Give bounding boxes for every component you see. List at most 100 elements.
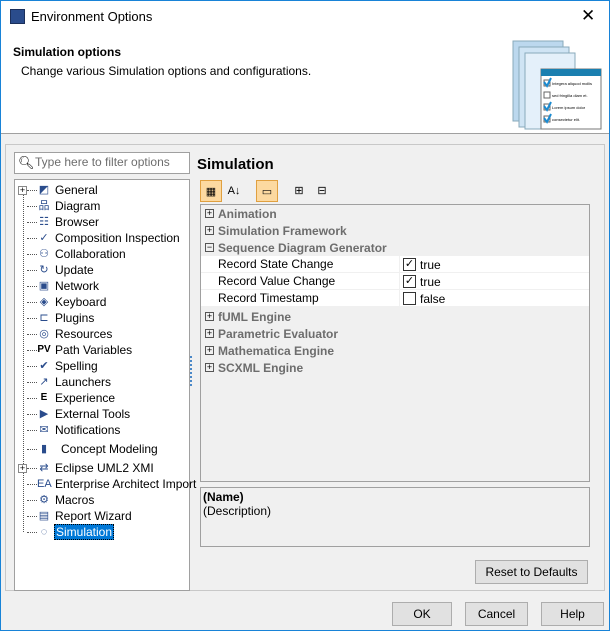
category-row[interactable]: + Parametric Evaluator: [201, 325, 589, 342]
tree-item-label: Concept Modeling: [61, 442, 158, 456]
tree-connector: [27, 429, 37, 431]
description-name: (Name): [203, 490, 244, 504]
plugin-icon: ⊏: [39, 312, 49, 324]
collaboration-icon: ⚇: [39, 248, 49, 260]
category-row[interactable]: + SCXML Engine: [201, 359, 589, 376]
tree-connector: [27, 205, 37, 207]
expand-icon[interactable]: +: [205, 363, 214, 372]
tree-line: [23, 194, 24, 532]
tree-connector: [27, 531, 37, 533]
gears-icon: ⚙: [39, 494, 49, 506]
category-row[interactable]: + Simulation Framework: [201, 222, 589, 239]
tree-item-label: Diagram: [55, 199, 101, 213]
options-panel: Simulation ▦ A↓ ▭ ⊞ ⊟ + Animation + Simulat…: [194, 151, 591, 549]
tree-connector: [27, 413, 37, 415]
collapse-all-button[interactable]: ⊟: [311, 180, 333, 202]
ok-button[interactable]: OK: [392, 602, 452, 626]
tree-item-label: Network: [55, 279, 100, 293]
checkbox-checked[interactable]: ✓: [403, 275, 416, 288]
tree-item-label: Launchers: [55, 375, 112, 389]
expand-all-button[interactable]: ⊞: [288, 180, 310, 202]
filter-input[interactable]: [35, 155, 185, 169]
sort-alphabetical-button[interactable]: A↓: [223, 180, 245, 202]
category-label: fUML Engine: [218, 309, 292, 324]
property-name: Record Value Change: [218, 274, 336, 288]
search-icon: 🔍︎: [18, 155, 35, 170]
keyboard-icon: ◈: [39, 296, 49, 308]
categorized-view-button[interactable]: ▦: [200, 180, 222, 202]
browser-icon: ☷: [39, 216, 49, 228]
tree-connector: [27, 499, 37, 501]
svg-text:sed fringilla diam et.: sed fringilla diam et.: [552, 93, 588, 98]
general-icon: ◩: [38, 184, 50, 196]
tree-connector: [27, 381, 37, 383]
expand-icon[interactable]: +: [205, 312, 214, 321]
cancel-button[interactable]: Cancel: [465, 602, 528, 626]
simulation-icon: ◌: [40, 526, 48, 538]
tree-connector: [27, 448, 37, 450]
category-row[interactable]: + fUML Engine: [201, 308, 589, 325]
external-tools-icon: ▶: [39, 408, 49, 420]
expand-icon[interactable]: +: [205, 329, 214, 338]
property-grid: + Animation + Simulation Framework − Sequence…: [200, 204, 590, 482]
tree-connector: [27, 483, 37, 485]
tree-connector: [27, 237, 37, 239]
app-icon: [10, 9, 25, 24]
tree-item-label: Update: [55, 263, 94, 277]
options-tree[interactable]: + ◩ General 品 Diagram ☷ Browser ✓ Composition In…: [14, 179, 196, 591]
property-name: Record Timestamp: [218, 291, 319, 305]
update-icon: ↻: [39, 264, 49, 276]
category-label: Sequence Diagram Generator: [218, 240, 387, 255]
value-text: true: [420, 257, 441, 272]
property-name: Record State Change: [218, 257, 334, 271]
property-value: ✓ true: [399, 256, 589, 273]
tree-item-label: Composition Inspection: [55, 231, 180, 245]
show-description-button[interactable]: ▭: [256, 180, 278, 202]
tree-connector: [27, 349, 37, 351]
reset-to-defaults-button[interactable]: Reset to Defaults: [475, 560, 588, 584]
category-row[interactable]: − Sequence Diagram Generator: [201, 239, 589, 256]
checkbox-checked[interactable]: ✓: [403, 258, 416, 271]
experience-icon: E: [40, 392, 48, 403]
tree-item-label: Keyboard: [55, 295, 107, 309]
expand-icon[interactable]: +: [205, 346, 214, 355]
tree-connector: [27, 333, 37, 335]
envelope-icon: ✉: [39, 424, 49, 436]
svg-text:consectetur elit.: consectetur elit.: [552, 117, 580, 122]
window-title: Environment Options: [31, 9, 153, 24]
category-row[interactable]: + Animation: [201, 205, 589, 222]
spelling-icon: ✔: [39, 360, 49, 372]
splitter-handle[interactable]: [190, 356, 193, 386]
report-icon: ▤: [38, 510, 50, 522]
tree-item-label: General: [55, 183, 98, 197]
description-text: (Description): [203, 504, 272, 518]
tree-connector: [27, 285, 37, 287]
expand-icon[interactable]: +: [205, 226, 214, 235]
tree-item-label: Spelling: [55, 359, 98, 373]
checkbox-unchecked[interactable]: [403, 292, 416, 305]
filter-field[interactable]: 🔍︎: [14, 152, 190, 174]
expand-icon[interactable]: +: [18, 185, 27, 195]
collapse-icon[interactable]: −: [205, 243, 214, 252]
tree-item-label: Enterprise Architect Import: [55, 477, 197, 491]
network-icon: ▣: [38, 280, 50, 292]
help-button[interactable]: Help: [541, 602, 604, 626]
property-row: Record State Change ✓ true: [201, 256, 589, 273]
close-icon[interactable]: ✕: [581, 6, 595, 26]
expand-icon[interactable]: +: [18, 463, 27, 473]
tree-item-label: Experience: [55, 391, 116, 405]
expand-icon[interactable]: +: [205, 209, 214, 218]
category-row[interactable]: + Mathematica Engine: [201, 342, 589, 359]
dialog-header: Simulation options Change various Simula…: [1, 33, 609, 134]
tree-item-label: Collaboration: [55, 247, 126, 261]
diagram-icon: 品: [38, 200, 50, 212]
title-bar: Environment Options ✕: [1, 1, 609, 33]
ea-icon: EA: [37, 478, 52, 490]
tree-connector: [27, 515, 37, 517]
tree-connector: [27, 317, 37, 319]
property-row: Record Value Change ✓ true: [201, 273, 589, 290]
tree-connector: [27, 189, 37, 191]
category-label: Mathematica Engine: [218, 343, 335, 358]
tree-item-label: Simulation: [54, 524, 115, 540]
category-label: Simulation Framework: [218, 223, 347, 238]
